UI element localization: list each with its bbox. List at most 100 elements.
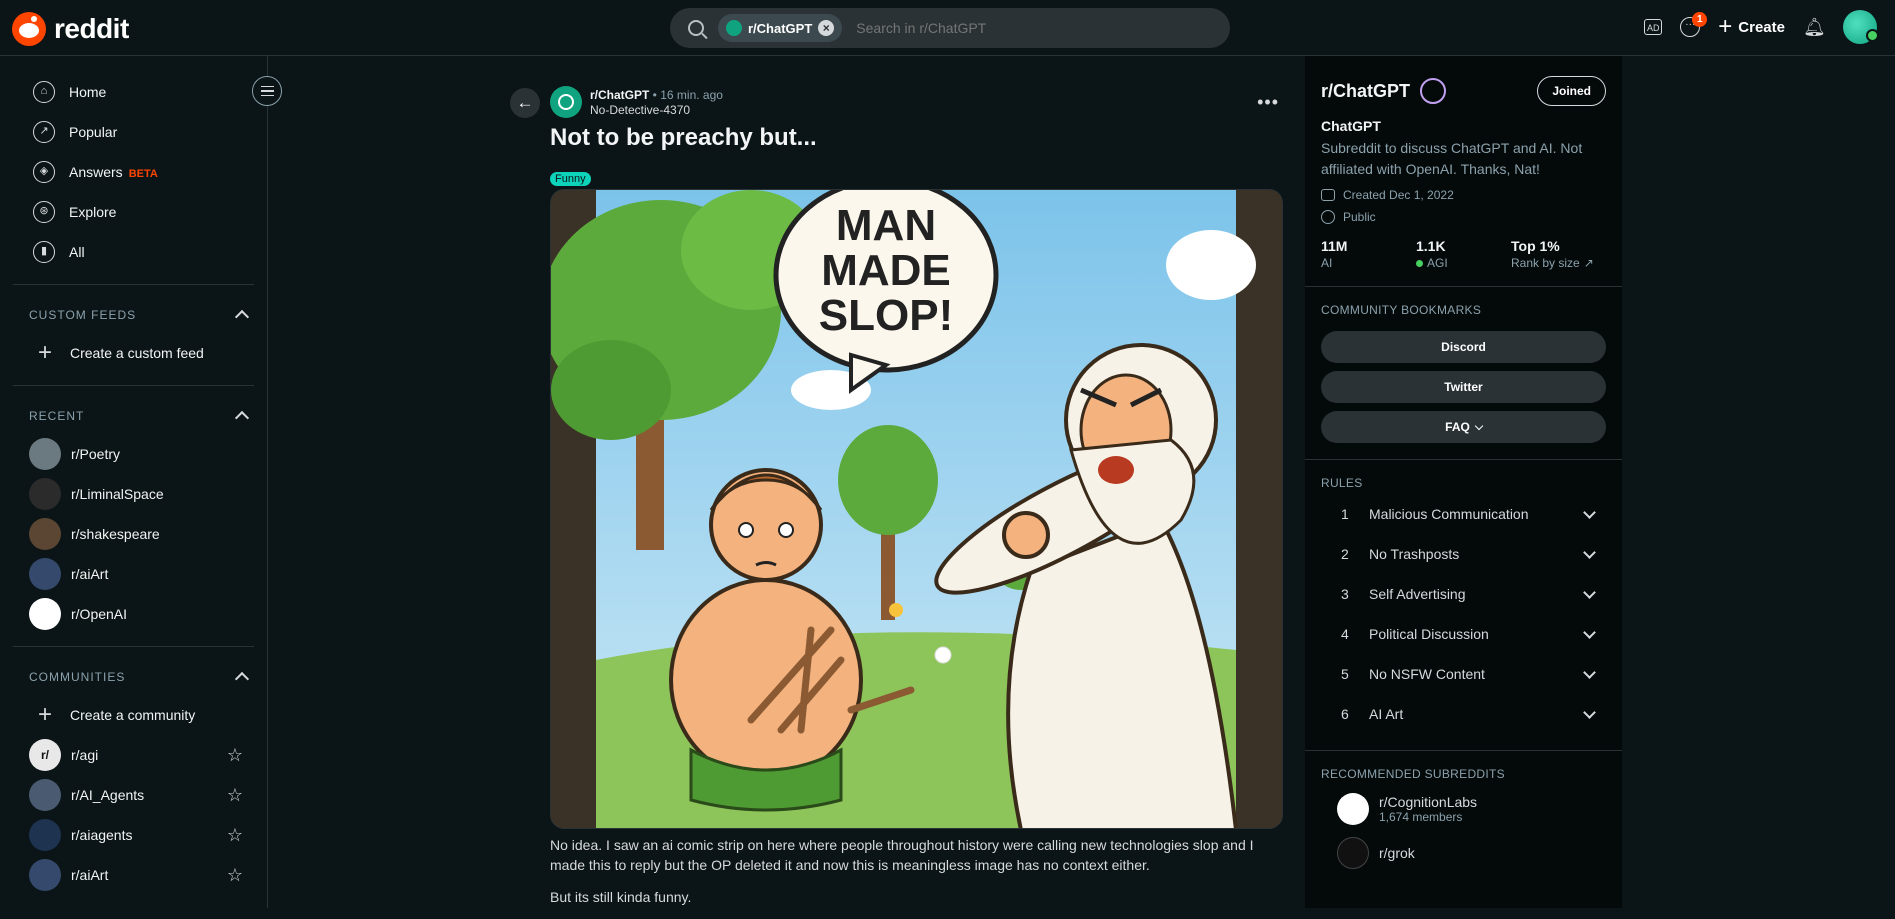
nav-all-label: All	[69, 244, 85, 260]
nav-answers[interactable]: ◈ Answers BETA	[0, 152, 267, 192]
recent-item-label: r/OpenAI	[71, 606, 128, 622]
bookmark-twitter[interactable]: Twitter	[1321, 371, 1606, 403]
community-item-label: r/agi	[71, 747, 99, 763]
snoo-icon	[12, 12, 46, 46]
rule-text: No NSFW Content	[1369, 666, 1485, 682]
created-info: Created Dec 1, 2022	[1321, 188, 1606, 202]
rule-item[interactable]: 5 No NSFW Content	[1321, 654, 1606, 694]
recent-item[interactable]: r/LiminalSpace	[0, 474, 267, 514]
rule-item[interactable]: 2 No Trashposts	[1321, 534, 1606, 574]
speech-bubble-line: MADE	[821, 246, 951, 295]
community-item[interactable]: r/aiArt ☆	[0, 855, 267, 895]
rule-text: Self Advertising	[1369, 586, 1466, 602]
recent-header[interactable]: RECENT	[0, 398, 267, 434]
bookmark-label: FAQ	[1445, 420, 1470, 434]
rule-item[interactable]: 3 Self Advertising	[1321, 574, 1606, 614]
back-button[interactable]: ←	[510, 88, 540, 118]
rule-text: Political Discussion	[1369, 626, 1489, 642]
bookmark-faq[interactable]: FAQ	[1321, 411, 1606, 443]
clear-scope-icon[interactable]: ×	[818, 20, 835, 36]
subreddit-avatar	[29, 558, 61, 590]
nav-explore-label: Explore	[69, 204, 117, 220]
chevron-down-icon	[1583, 625, 1596, 639]
rule-item[interactable]: 1 Malicious Communication	[1321, 494, 1606, 534]
globe-icon	[1321, 210, 1335, 224]
recent-item[interactable]: r/shakespeare	[0, 514, 267, 554]
rule-number: 5	[1341, 666, 1349, 682]
recent-item[interactable]: r/OpenAI	[0, 594, 267, 634]
nav-home[interactable]: ⌂ Home	[0, 72, 267, 112]
search-icon	[688, 20, 704, 36]
subreddit-avatar[interactable]	[550, 86, 582, 118]
chevron-down-icon	[1583, 665, 1596, 679]
star-icon[interactable]: ☆	[227, 825, 243, 846]
reddit-logo[interactable]: reddit	[12, 12, 129, 46]
community-item-label: r/aiArt	[71, 867, 109, 883]
joined-button[interactable]: Joined	[1537, 76, 1606, 106]
search-bar[interactable]: r/ChatGPT ×	[670, 8, 1230, 48]
stat-value: Top 1%	[1511, 238, 1560, 254]
collapse-sidebar-button[interactable]	[252, 76, 282, 106]
create-custom-feed[interactable]: + Create a custom feed	[0, 333, 267, 373]
subreddit-avatar	[29, 478, 61, 510]
stat-members: 11M AI	[1321, 238, 1416, 270]
nav-all[interactable]: ▮ All	[0, 232, 267, 272]
recommended-name: r/grok	[1379, 845, 1415, 861]
create-community[interactable]: + Create a community	[0, 695, 267, 735]
star-icon[interactable]: ☆	[227, 785, 243, 806]
rule-text: AI Art	[1369, 706, 1404, 722]
community-item[interactable]: r/AI_Agents ☆	[0, 775, 267, 815]
search-scope-label: r/ChatGPT	[748, 20, 813, 36]
nav-popular[interactable]: ↗ Popular	[0, 112, 267, 152]
post-meta: r/ChatGPT • 16 min. ago No-Detective-437…	[550, 86, 723, 118]
create-button[interactable]: + Create	[1718, 15, 1785, 39]
recommended-item[interactable]: r/grok	[1321, 837, 1606, 869]
post-flair[interactable]: Funny	[550, 172, 591, 186]
recent-item-label: r/aiArt	[71, 566, 109, 582]
recent-item[interactable]: r/Poetry	[0, 434, 267, 474]
star-icon[interactable]: ☆	[227, 865, 243, 886]
rules-title: RULES	[1321, 476, 1363, 490]
rule-item[interactable]: 4 Political Discussion	[1321, 614, 1606, 654]
divider	[13, 385, 254, 386]
logo-text: reddit	[54, 13, 129, 44]
subreddit-avatar	[1337, 837, 1369, 869]
create-community-label: Create a community	[70, 707, 196, 723]
recent-item[interactable]: r/aiArt	[0, 554, 267, 594]
search-scope-chip[interactable]: r/ChatGPT ×	[718, 14, 843, 42]
bell-icon[interactable]: 🔔︎	[1803, 16, 1826, 38]
more-options-icon[interactable]: •••	[1257, 92, 1279, 113]
online-dot-icon	[1416, 259, 1423, 267]
community-item[interactable]: r/ r/agi ☆	[0, 735, 267, 775]
popular-icon: ↗	[33, 121, 55, 143]
comic-illustration: MAN MADE SLOP!	[551, 190, 1282, 828]
plus-icon: +	[37, 701, 52, 728]
recommended-title: RECOMMENDED SUBREDDITS	[1321, 767, 1505, 781]
recent-item-label: r/LiminalSpace	[71, 486, 164, 502]
user-avatar[interactable]	[1843, 10, 1879, 44]
custom-feeds-header[interactable]: CUSTOM FEEDS	[0, 297, 267, 333]
community-name[interactable]: r/ChatGPT	[1321, 81, 1410, 102]
advertise-icon[interactable]: AD	[1644, 19, 1663, 35]
search-input[interactable]	[854, 19, 1189, 37]
divider	[1305, 286, 1622, 287]
nav-explore[interactable]: ⊛ Explore	[0, 192, 267, 232]
divider	[1305, 750, 1622, 751]
chevron-up-icon	[234, 671, 250, 687]
visibility-info: Public	[1321, 210, 1606, 224]
recommended-item[interactable]: r/CognitionLabs 1,674 members	[1321, 793, 1606, 825]
community-item[interactable]: r/aiagents ☆	[0, 815, 267, 855]
post-image[interactable]: MAN MADE SLOP!	[550, 189, 1283, 829]
post-subreddit[interactable]: r/ChatGPT	[590, 88, 649, 102]
post-author[interactable]: No-Detective-4370	[590, 103, 723, 117]
stat-rank[interactable]: Top 1% Rank by size ↗	[1511, 238, 1606, 270]
chevron-down-icon	[1583, 545, 1596, 559]
communities-header[interactable]: COMMUNITIES	[0, 659, 267, 695]
bookmarks-title: COMMUNITY BOOKMARKS	[1321, 303, 1482, 317]
cake-icon	[1321, 189, 1335, 201]
rule-item[interactable]: 6 AI Art	[1321, 694, 1606, 734]
create-label: Create	[1738, 18, 1785, 36]
star-icon[interactable]: ☆	[227, 745, 243, 766]
chat-icon[interactable]: ··· 1	[1680, 12, 1708, 37]
bookmark-discord[interactable]: Discord	[1321, 331, 1606, 363]
